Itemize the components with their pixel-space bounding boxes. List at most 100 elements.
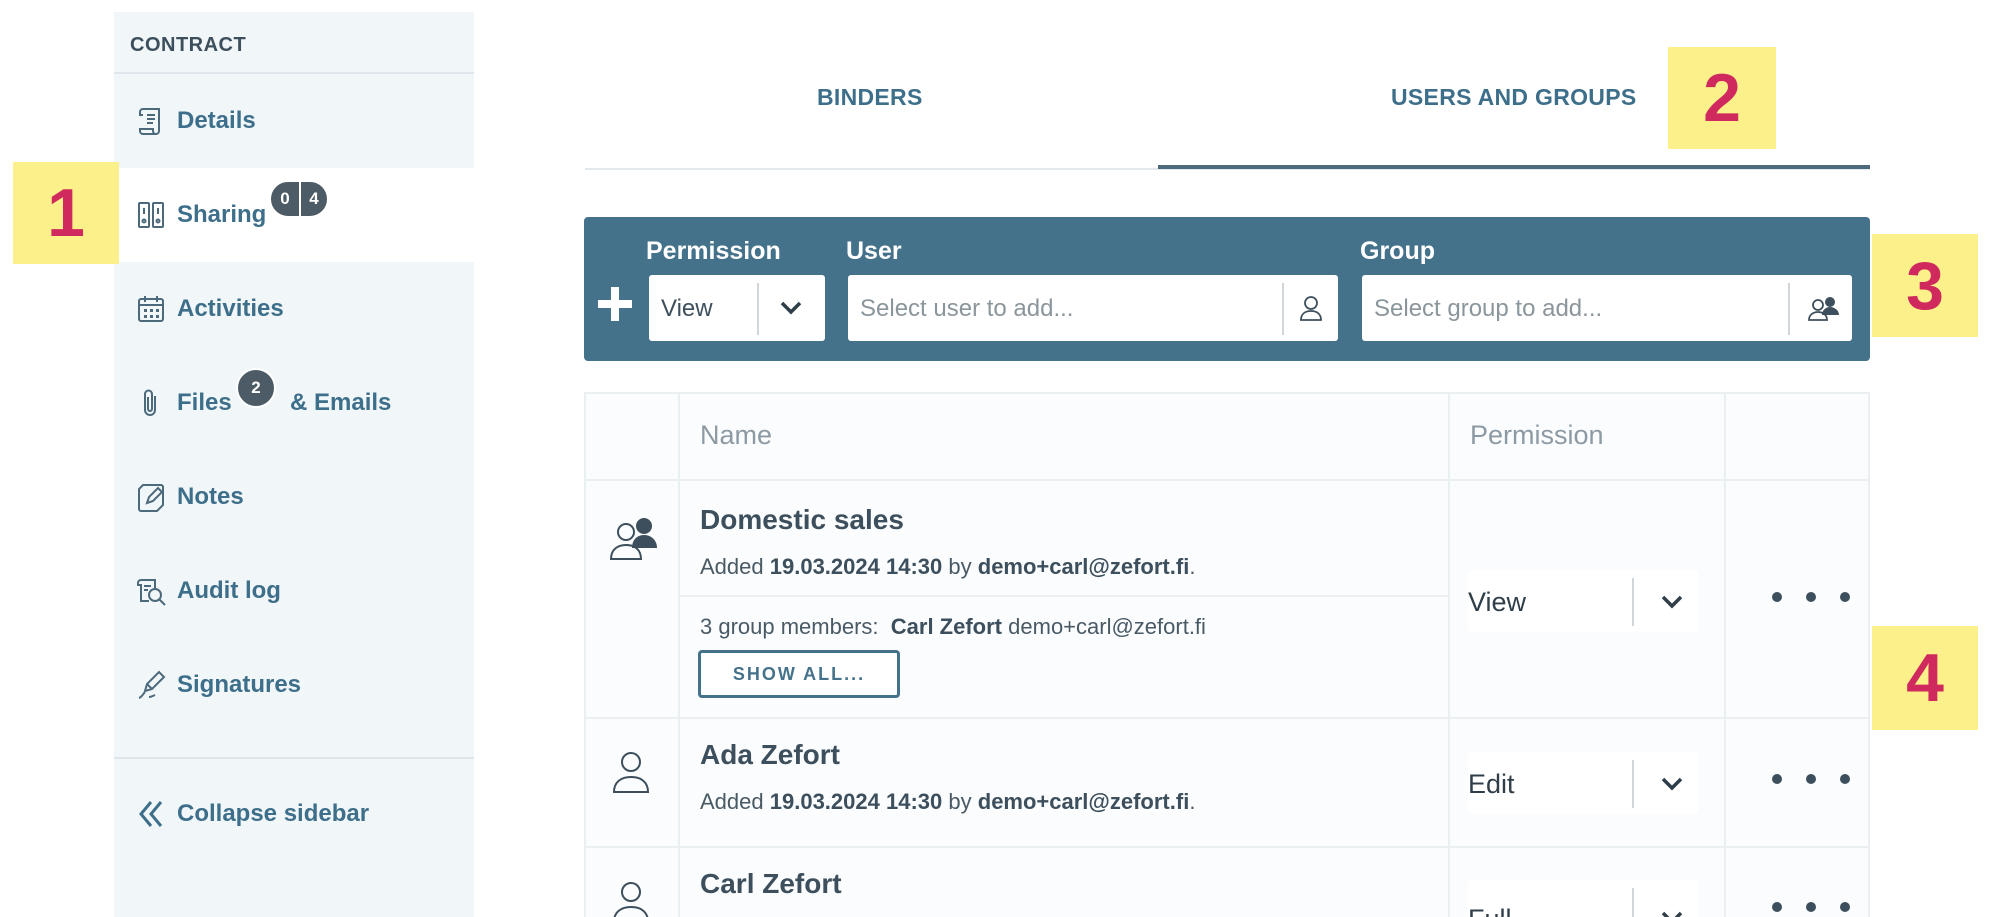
callout-4: 4 <box>1872 626 1978 730</box>
added-by: demo+carl@zefort.fi <box>977 554 1190 579</box>
sidebar-item-label: Details <box>177 107 256 134</box>
added-date: 19.03.2024 14:30 <box>769 554 943 579</box>
permission-value: Edit <box>1468 769 1515 799</box>
sidebar-item-label: Signatures <box>177 671 302 698</box>
sidebar-item-label-suffix: & Emails <box>290 389 392 416</box>
added-date: 19.03.2024 14:30 <box>769 789 943 814</box>
user-icon <box>613 882 649 917</box>
user-icon[interactable] <box>1296 293 1326 323</box>
added-by-prefix: by <box>948 789 972 814</box>
sidebar-item-activities[interactable]: Activities <box>114 262 474 356</box>
badge-count-groups: 0 <box>280 189 290 208</box>
select-separator <box>1632 760 1634 808</box>
sidebar-item-details[interactable]: Details <box>114 74 474 168</box>
add-plus-icon[interactable] <box>598 287 632 321</box>
permission-select[interactable]: View <box>1468 570 1698 632</box>
row-name: Carl Zefort <box>700 868 842 899</box>
sidebar-item-signatures[interactable]: Signatures <box>114 638 474 732</box>
group-icon[interactable] <box>1806 293 1842 323</box>
chevron-down-icon <box>1661 595 1683 609</box>
row-divider <box>586 846 1868 848</box>
user-select-placeholder: Select user to add... <box>860 295 1074 322</box>
sidebar-item-audit-log[interactable]: Audit log <box>114 544 474 638</box>
permission-select[interactable]: Edit <box>1468 752 1698 814</box>
user-select-field[interactable]: Select user to add... <box>848 275 1338 341</box>
callout-3: 3 <box>1872 234 1978 337</box>
permissions-table: Name Permission Domestic sales Added 19.… <box>584 392 1870 917</box>
added-prefix: Added <box>700 554 764 579</box>
row-divider <box>586 717 1868 719</box>
user-label: User <box>846 237 902 265</box>
sidebar-item-notes[interactable]: Notes <box>114 450 474 544</box>
field-separator <box>1282 283 1284 335</box>
more-actions-button[interactable] <box>1766 902 1856 917</box>
sidebar-item-files-emails[interactable]: Files 2 & Emails <box>114 356 474 450</box>
calendar-icon <box>134 292 168 326</box>
group-select-placeholder: Select group to add... <box>1374 295 1603 322</box>
row-added-info: Added 19.03.2024 14:30 by demo+carl@zefo… <box>700 554 1196 579</box>
permission-select-value: View <box>661 295 713 322</box>
badge-count-users: 4 <box>299 182 327 216</box>
added-by: demo+carl@zefort.fi <box>977 789 1190 814</box>
sidebar-item-label: Sharing <box>177 201 267 228</box>
sidebar-item-label: Audit log <box>177 577 281 604</box>
sidebar-section-title: CONTRACT <box>130 34 247 56</box>
tab-users-and-groups[interactable]: USERS AND GROUPS <box>1391 84 1636 111</box>
member-email: demo+carl@zefort.fi <box>1008 614 1206 639</box>
permission-label: Permission <box>646 237 781 265</box>
sidebar-item-label: Notes <box>177 483 244 510</box>
callout-1: 1 <box>13 162 119 264</box>
group-members-info: 3 group members: Carl Zefort demo+carl@z… <box>700 614 1206 640</box>
column-divider <box>678 394 680 917</box>
select-separator <box>1632 888 1634 917</box>
callout-2: 2 <box>1668 47 1776 149</box>
chevron-down-icon <box>1661 911 1683 917</box>
row-added-info: Added 19.03.2024 14:30 by demo+carl@zefo… <box>700 789 1196 814</box>
more-actions-button[interactable] <box>1766 774 1856 794</box>
user-icon <box>612 752 650 793</box>
tab-binders[interactable]: BINDERS <box>817 84 923 111</box>
show-all-button[interactable]: SHOW ALL... <box>698 650 900 698</box>
paperclip-icon <box>134 386 168 420</box>
double-chevron-left-icon <box>134 797 168 831</box>
permission-select[interactable]: View <box>649 275 825 341</box>
collapse-sidebar-label: Collapse sidebar <box>177 800 370 827</box>
sidebar-header: CONTRACT <box>114 12 474 74</box>
sidebar-item-label: Files <box>177 389 232 416</box>
sidebar-item-label: Activities <box>177 295 284 322</box>
note-edit-icon <box>134 480 168 514</box>
member-name: Carl Zefort <box>890 614 1003 639</box>
sidebar-divider <box>114 757 474 759</box>
row-inner-divider <box>678 595 1448 597</box>
group-label: Group <box>1360 237 1435 265</box>
group-icon <box>609 518 657 560</box>
permission-value: Full <box>1468 904 1512 917</box>
column-header-name: Name <box>700 420 773 450</box>
add-permission-bar: Permission View User Select user to add.… <box>584 217 1870 361</box>
chevron-down-icon <box>1661 777 1683 791</box>
sidebar: CONTRACT Details Sharing 0 4 Activities … <box>114 12 474 917</box>
permission-value: View <box>1468 587 1527 617</box>
members-count: 3 group members: <box>700 614 879 639</box>
binders-icon <box>134 198 168 232</box>
added-prefix: Added <box>700 789 764 814</box>
select-separator <box>1632 578 1634 626</box>
group-select-field[interactable]: Select group to add... <box>1362 275 1852 341</box>
collapse-sidebar-button[interactable]: Collapse sidebar <box>114 770 474 858</box>
pen-icon <box>134 668 168 702</box>
scroll-icon <box>134 104 168 138</box>
files-count-badge: 2 <box>236 368 276 408</box>
column-divider <box>1448 394 1450 917</box>
row-name: Domestic sales <box>700 504 904 535</box>
select-separator <box>757 283 759 335</box>
column-divider <box>1724 394 1726 917</box>
field-separator <box>1788 283 1790 335</box>
more-actions-button[interactable] <box>1766 592 1856 612</box>
sharing-count-badge: 0 4 <box>269 180 329 218</box>
permission-select[interactable]: Full <box>1468 880 1698 917</box>
sidebar-item-sharing[interactable]: Sharing 0 4 <box>114 168 474 262</box>
chevron-down-icon <box>780 301 802 315</box>
header-divider <box>586 479 1868 481</box>
active-tab-indicator <box>1158 165 1870 169</box>
column-header-permission: Permission <box>1470 420 1604 450</box>
